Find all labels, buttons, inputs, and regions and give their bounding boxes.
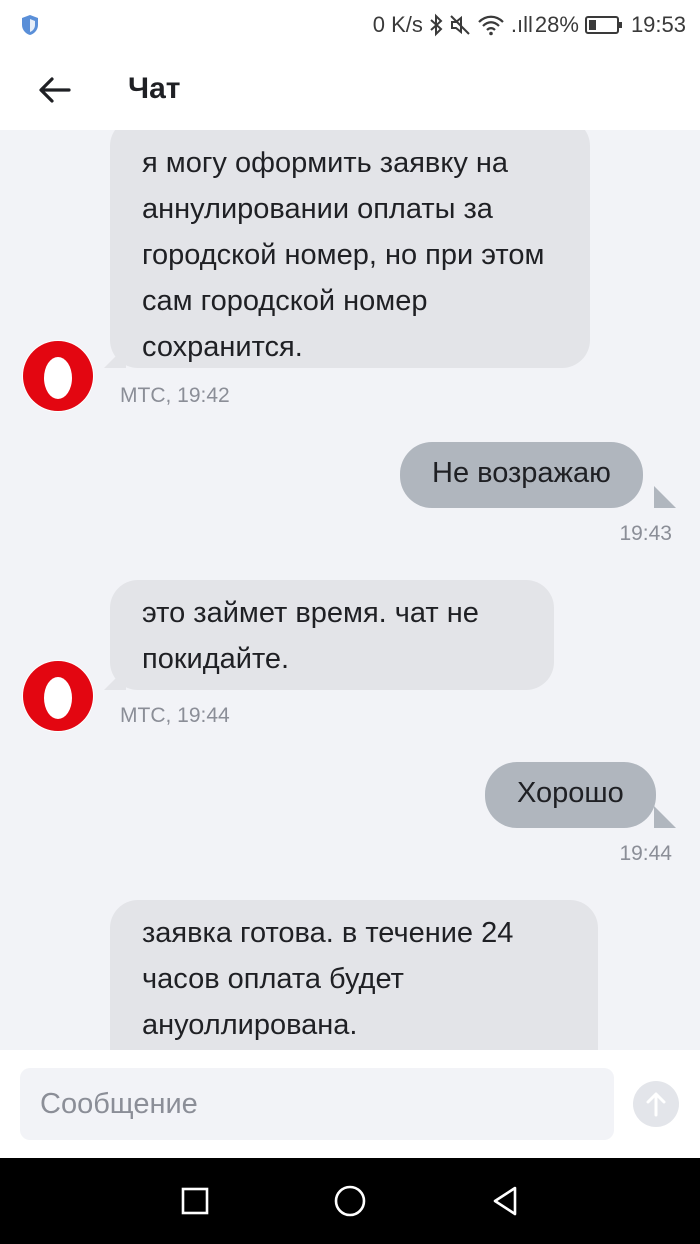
signal-icon: .ıll (510, 12, 533, 37)
message-text: я могу оформить заявку на аннулировании … (142, 147, 545, 363)
message-meta: МТС, 19:42 (120, 384, 230, 407)
home-button[interactable] (327, 1178, 373, 1224)
back-nav-button[interactable] (482, 1178, 528, 1224)
status-bar: 0 K/s .ıll 28% 19:53 (0, 0, 700, 50)
message-text: Хорошо (517, 777, 624, 809)
message-input[interactable] (20, 1068, 614, 1140)
back-button[interactable] (30, 68, 78, 112)
message-text: Не возражаю (432, 457, 611, 489)
mts-egg-logo-icon (23, 341, 93, 411)
wifi-icon (478, 15, 504, 36)
system-nav-bar (0, 1158, 700, 1244)
back-icon (493, 1186, 517, 1216)
mts-avatar (22, 340, 94, 412)
battery-percent: 28% (534, 12, 579, 37)
recent-apps-icon (181, 1187, 209, 1215)
send-button[interactable] (633, 1081, 679, 1127)
recent-apps-button[interactable] (172, 1178, 218, 1224)
network-speed: 0 K/s (372, 12, 423, 37)
clock: 19:53 (630, 12, 686, 37)
page-title: Чат (128, 72, 181, 105)
status-icons: 0 K/s .ıll 28% 19:53 (373, 10, 686, 40)
outgoing-message-bubble[interactable]: Не возражаю (400, 442, 643, 508)
incoming-message-bubble[interactable]: я могу оформить заявку на аннулировании … (110, 130, 590, 368)
message-meta: 19:43 (619, 522, 672, 545)
bluetooth-icon (430, 13, 443, 37)
back-arrow-icon (39, 77, 71, 103)
send-arrow-icon (646, 1092, 666, 1117)
message-meta: 19:44 (619, 842, 672, 865)
home-icon (334, 1185, 366, 1217)
incoming-message-bubble[interactable]: это займет время. чат не покидайте. (110, 580, 554, 690)
bubble-tail (654, 486, 676, 508)
outgoing-message-bubble[interactable]: Хорошо (485, 762, 656, 828)
bubble-tail (654, 806, 676, 828)
mts-egg-logo-icon (23, 661, 93, 731)
chat-history[interactable]: я могу оформить заявку на аннулировании … (0, 130, 700, 1050)
message-meta: МТС, 19:44 (120, 704, 230, 727)
message-text: это займет время. чат не покидайте. (142, 597, 479, 675)
mute-icon (450, 15, 470, 35)
mts-avatar (22, 660, 94, 732)
battery-icon (584, 16, 622, 34)
shield-icon (22, 15, 38, 35)
message-composer (0, 1050, 700, 1158)
incoming-message-bubble[interactable]: заявка готова. в течение 24 часов оплата… (110, 900, 598, 1050)
app-header: Чат (0, 50, 700, 130)
message-text: заявка готова. в течение 24 часов оплата… (142, 917, 514, 1041)
